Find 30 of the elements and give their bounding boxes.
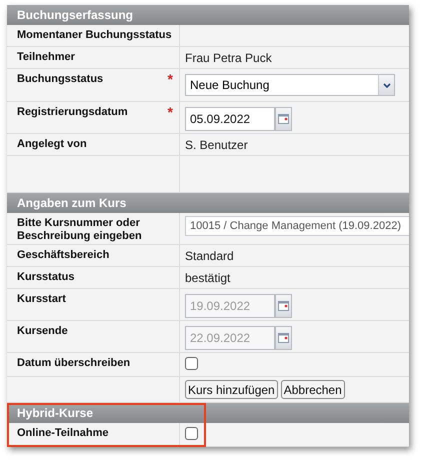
field-value: bestätigt	[185, 270, 230, 286]
field-value: S. Benutzer	[185, 136, 248, 154]
field-label: Online-Teilnahme	[17, 427, 108, 441]
course-search-field[interactable]: 10015 / Change Management (19.09.2022)	[185, 216, 409, 236]
date-field[interactable]: 05.09.2022	[185, 107, 275, 131]
field-value: Standard	[185, 248, 234, 264]
required-marker: *	[168, 106, 173, 122]
field-label: Angelegt von	[17, 138, 87, 152]
required-marker: *	[168, 73, 173, 89]
field-label: Momentaner Buchungsstatus	[17, 29, 172, 43]
section-header: Buchungserfassung	[7, 5, 409, 25]
checkbox[interactable]	[185, 357, 198, 370]
calendar-icon[interactable]	[275, 107, 292, 131]
field-label: Teilnehmer	[17, 51, 75, 65]
field-label: Kursstart	[17, 293, 66, 307]
chevron-down-icon	[382, 82, 390, 88]
section-header: Hybrid-Kurse	[7, 403, 409, 423]
checkbox[interactable]	[185, 427, 198, 440]
field-value: Frau Petra Puck	[185, 50, 272, 66]
form-button[interactable]: Kurs hinzufügen	[185, 380, 278, 399]
field-label: Kursstatus	[17, 271, 74, 285]
field-label: Buchungsstatus	[17, 73, 104, 87]
field-label: Bitte Kursnummer oder Beschreibung eingeben	[17, 217, 143, 244]
field-label: Datum überschreiben	[17, 357, 130, 371]
section-header: Angaben zum Kurs	[7, 193, 409, 213]
field-label: Geschäftsbereich	[17, 249, 110, 263]
field-label: Registrierungsdatum	[17, 106, 128, 120]
field-label: Kursende	[17, 325, 68, 339]
status-dropdown[interactable]: Neue Buchung	[185, 74, 395, 96]
form-button[interactable]: Abbrechen	[280, 380, 345, 399]
